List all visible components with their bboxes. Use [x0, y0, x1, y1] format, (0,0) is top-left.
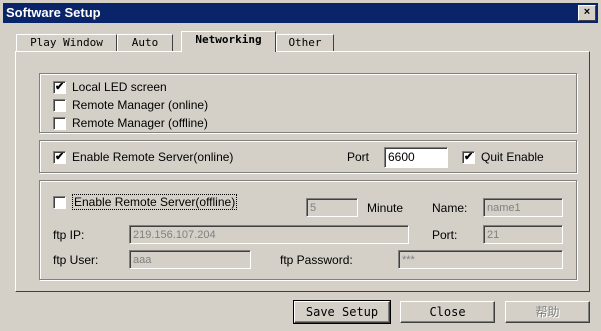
online-server-group: ✔ Enable Remote Server(online) Port 6600… — [39, 140, 577, 173]
close-icon[interactable]: × — [578, 5, 596, 21]
tab-networking[interactable]: Networking — [181, 31, 276, 52]
local-led-label: Local LED screen — [72, 80, 167, 94]
ftp-port-label: Port: — [432, 228, 458, 242]
ftp-user-label: ftp User: — [53, 253, 99, 267]
name-label: Name: — [432, 201, 468, 215]
local-led-checkbox[interactable]: ✔ — [53, 80, 66, 94]
enable-online-row[interactable]: ✔ Enable Remote Server(online) — [53, 150, 233, 164]
checkmark-icon: ✔ — [55, 80, 65, 93]
save-setup-button[interactable]: Save Setup — [293, 300, 391, 324]
ftp-user-input[interactable]: aaa — [129, 250, 251, 269]
remote-manager-online-row[interactable]: Remote Manager (online) — [53, 98, 208, 112]
window-title: Software Setup — [6, 5, 101, 20]
title-bar[interactable]: Software Setup × — [3, 3, 598, 23]
enable-online-checkbox[interactable]: ✔ — [53, 150, 66, 164]
minute-input[interactable]: 5 — [306, 198, 358, 217]
tab-auto[interactable]: Auto — [117, 34, 173, 51]
enable-online-label: Enable Remote Server(online) — [72, 150, 234, 164]
remote-manager-offline-checkbox[interactable] — [53, 116, 66, 130]
ftp-port-input[interactable]: 21 — [483, 225, 563, 244]
offline-server-group: Enable Remote Server(offline) 5 Minute N… — [39, 180, 577, 280]
tab-other[interactable]: Other — [276, 34, 334, 51]
remote-manager-online-checkbox[interactable] — [53, 98, 66, 112]
enable-offline-row[interactable]: Enable Remote Server(offline) — [53, 194, 238, 210]
enable-offline-checkbox[interactable] — [53, 195, 66, 209]
ftp-password-input[interactable]: *** — [398, 250, 563, 269]
online-port-input[interactable]: 6600 — [384, 147, 448, 168]
minute-label: Minute — [367, 201, 404, 215]
display-mode-group: ✔ Local LED screen Remote Manager (onlin… — [39, 73, 577, 133]
quit-enable-label: Quit Enable — [481, 150, 544, 164]
networking-panel: ✔ Local LED screen Remote Manager (onlin… — [15, 51, 590, 292]
quit-enable-row[interactable]: ✔ Quit Enable — [462, 150, 544, 164]
help-button[interactable]: 帮助 — [505, 301, 590, 323]
online-port-label: Port — [347, 150, 370, 164]
software-setup-dialog: Software Setup × Play Window Auto Networ… — [0, 0, 601, 331]
remote-manager-offline-label: Remote Manager (offline) — [72, 116, 208, 130]
tab-play-window[interactable]: Play Window — [16, 34, 117, 51]
ftp-password-label: ftp Password: — [280, 253, 353, 267]
remote-manager-offline-row[interactable]: Remote Manager (offline) — [53, 116, 208, 130]
remote-manager-online-label: Remote Manager (online) — [72, 98, 209, 112]
enable-offline-label: Enable Remote Server(offline) — [72, 194, 238, 210]
close-button[interactable]: Close — [400, 301, 495, 323]
checkmark-icon: ✔ — [464, 150, 474, 163]
quit-enable-checkbox[interactable]: ✔ — [462, 150, 475, 164]
name-input[interactable]: name1 — [483, 198, 563, 217]
checkmark-icon: ✔ — [55, 150, 65, 163]
local-led-checkbox-row[interactable]: ✔ Local LED screen — [53, 80, 167, 94]
ftp-ip-input[interactable]: 219.156.107.204 — [129, 225, 409, 244]
ftp-ip-label: ftp IP: — [53, 228, 85, 242]
